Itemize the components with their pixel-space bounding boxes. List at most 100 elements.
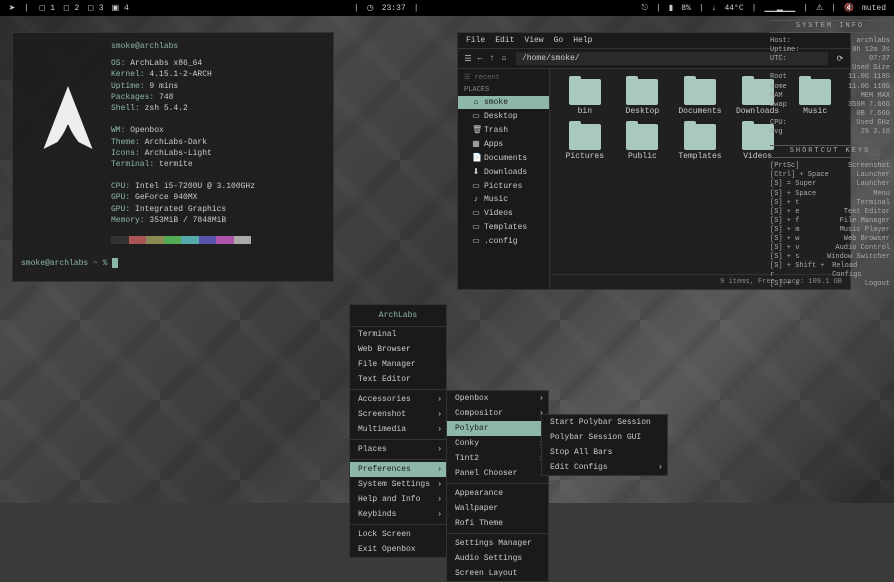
menu-start-polybar-session[interactable]: Start Polybar Session xyxy=(542,415,667,430)
sysinfo-line: Shell: zsh 5.4.2 xyxy=(111,103,325,114)
menu-system-settings[interactable]: System Settings xyxy=(350,477,446,492)
menu-text-editor[interactable]: Text Editor xyxy=(350,372,446,387)
audio-label[interactable]: muted xyxy=(862,4,886,13)
menu-terminal[interactable]: Terminal xyxy=(350,327,446,342)
conky-row: 0B 7.66G xyxy=(770,110,890,119)
archlabs-logo xyxy=(33,81,103,161)
conky-keys-header: SHORTCUT KEYS xyxy=(770,145,890,158)
menu-edit-configs[interactable]: Edit Configs xyxy=(542,460,667,475)
openbox-root-menu: ArchLabs TerminalWeb BrowserFile Manager… xyxy=(349,304,447,558)
menu-separator xyxy=(447,483,548,484)
menu-screenshot[interactable]: Screenshot xyxy=(350,407,446,422)
place-desktop[interactable]: ▭Desktop xyxy=(458,109,549,123)
divider: | xyxy=(656,4,661,13)
folder-documents[interactable]: Documents xyxy=(675,79,725,116)
place-videos[interactable]: ▭Videos xyxy=(458,206,549,220)
sysinfo-line: Uptime: 9 mins xyxy=(111,81,325,92)
sysinfo-line: Theme: ArchLabs-Dark xyxy=(111,137,325,148)
clock[interactable]: 23:37 xyxy=(382,4,406,13)
workspace-3[interactable]: ◻ 3 xyxy=(85,3,105,13)
shortcut-row: [S] + eText Editor xyxy=(770,208,890,217)
conky-system-info: SYSTEM INFO Host:archlabsUptime:0h 12m 3… xyxy=(770,20,890,290)
fm-menu-edit[interactable]: Edit xyxy=(495,36,514,45)
divider: | xyxy=(699,4,704,13)
menu-polybar-session-gui[interactable]: Polybar Session GUI xyxy=(542,430,667,445)
fm-menu-help[interactable]: Help xyxy=(573,36,592,45)
place-apps[interactable]: ▦Apps xyxy=(458,137,549,151)
cpu-graph[interactable]: ▁▁▂▁▁ xyxy=(764,3,795,13)
menu-wallpaper[interactable]: Wallpaper xyxy=(447,501,548,516)
place-pictures[interactable]: ▭Pictures xyxy=(458,179,549,193)
place-templates[interactable]: ▭Templates xyxy=(458,220,549,234)
folder-public[interactable]: Public xyxy=(618,124,668,161)
menu-screen-layout[interactable]: Screen Layout xyxy=(447,566,548,581)
up-icon[interactable]: ↑ xyxy=(488,54,496,63)
place-.config[interactable]: ▭.config xyxy=(458,234,549,248)
menu-web-browser[interactable]: Web Browser xyxy=(350,342,446,357)
battery-pct[interactable]: 8% xyxy=(681,4,691,13)
launcher-icon[interactable]: ➤ xyxy=(8,3,16,13)
menu-audio-settings[interactable]: Audio Settings xyxy=(447,551,548,566)
place-music[interactable]: ♪Music xyxy=(458,193,549,206)
menu-lock-screen[interactable]: Lock Screen xyxy=(350,527,446,542)
shortcut-row: [PrtSc]Screenshot xyxy=(770,162,890,171)
menu-icon[interactable]: ☰ xyxy=(464,54,472,64)
menu-openbox[interactable]: Openbox xyxy=(447,391,548,406)
menu-rofi-theme[interactable]: Rofi Theme xyxy=(447,516,548,531)
terminal-window[interactable]: smoke@archlabs OS: ArchLabs x86_64Kernel… xyxy=(12,32,334,282)
menu-file-manager[interactable]: File Manager xyxy=(350,357,446,372)
folder-bin[interactable]: bin xyxy=(560,79,610,116)
menu-places[interactable]: Places xyxy=(350,442,446,457)
fm-menu-view[interactable]: View xyxy=(524,36,543,45)
temperature[interactable]: 44°C xyxy=(724,4,743,13)
menu-exit-openbox[interactable]: Exit Openbox xyxy=(350,542,446,557)
conky-row: Home11.0G 118G xyxy=(770,83,890,92)
folder-desktop[interactable]: Desktop xyxy=(618,79,668,116)
tray-icon[interactable]: ⎋ xyxy=(642,4,648,13)
audio-icon[interactable]: 🔇 xyxy=(844,3,854,13)
workspace-switcher: ◻ 1 ◻ 2 ◻ 3 ▣ 4 xyxy=(37,3,131,13)
shortcut-row: [Ctrl] + SpaceLauncher xyxy=(770,171,890,180)
workspace-4[interactable]: ▣ 4 xyxy=(110,3,131,13)
place-trash[interactable]: 🗑Trash xyxy=(458,123,549,137)
fm-menu-go[interactable]: Go xyxy=(554,36,564,45)
folder-templates[interactable]: Templates xyxy=(675,124,725,161)
wifi-icon[interactable]: ⚠ xyxy=(816,3,823,13)
system-info-block: smoke@archlabs OS: ArchLabs x86_64Kernel… xyxy=(111,41,325,226)
back-icon[interactable]: ← xyxy=(476,54,484,63)
menu-keybinds[interactable]: Keybinds xyxy=(350,507,446,522)
menu-settings-manager[interactable]: Settings Manager xyxy=(447,536,548,551)
menu-help-and-info[interactable]: Help and Info xyxy=(350,492,446,507)
conky-row: Uptime:0h 12m 3s xyxy=(770,46,890,55)
divider: | xyxy=(803,4,808,13)
menu-separator xyxy=(447,533,548,534)
place-documents[interactable]: 📄Documents xyxy=(458,151,549,165)
conky-row: Used Size xyxy=(770,64,890,73)
folder-label: bin xyxy=(578,107,592,116)
menu-separator xyxy=(350,389,446,390)
shortcut-row: [S] + fFile Manager xyxy=(770,217,890,226)
home-icon[interactable]: ⌂ xyxy=(500,54,508,63)
shortcut-row: [S] + Shift + rReload Configs xyxy=(770,262,890,280)
terminal-prompt[interactable]: smoke@archlabs ~ % xyxy=(21,258,118,269)
menu-accessories[interactable]: Accessories xyxy=(350,392,446,407)
menu-preferences[interactable]: Preferences xyxy=(350,462,446,477)
menu-multimedia[interactable]: Multimedia xyxy=(350,422,446,437)
conky-row: UTC:07:37 xyxy=(770,55,890,64)
place-smoke[interactable]: ⌂smoke xyxy=(458,96,549,109)
fm-menu-file[interactable]: File xyxy=(466,36,485,45)
menu-panel-chooser[interactable]: Panel Chooser xyxy=(447,466,548,481)
workspace-1[interactable]: ◻ 1 xyxy=(37,3,57,13)
menu-compositor[interactable]: Compositor xyxy=(447,406,548,421)
menu-tint2[interactable]: Tint2 xyxy=(447,451,548,466)
workspace-2[interactable]: ◻ 2 xyxy=(61,3,81,13)
menu-stop-all-bars[interactable]: Stop All Bars xyxy=(542,445,667,460)
folder-pictures[interactable]: Pictures xyxy=(560,124,610,161)
sysinfo-line: CPU: Intel i5-7200U @ 3.100GHz xyxy=(111,181,325,192)
menu-polybar[interactable]: Polybar xyxy=(447,421,548,436)
conky-sys-header: SYSTEM INFO xyxy=(770,20,890,33)
place-downloads[interactable]: ⬇Downloads xyxy=(458,165,549,179)
menu-appearance[interactable]: Appearance xyxy=(447,486,548,501)
menu-conky[interactable]: Conky xyxy=(447,436,548,451)
recent-label: ☰ recent xyxy=(458,71,549,84)
